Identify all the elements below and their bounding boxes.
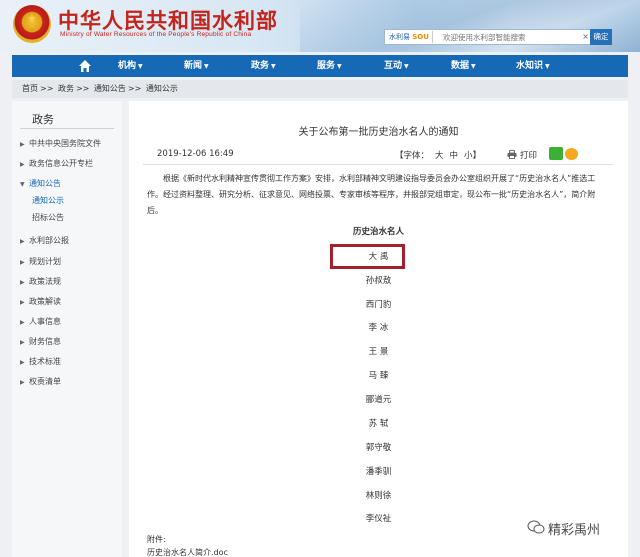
nav-item-knowledge[interactable]: 水知识 ▼ — [516, 55, 550, 77]
chevron-right-icon: ▶ — [20, 259, 25, 266]
list-item: 郭守敬 — [365, 443, 392, 453]
wechat-share-icon[interactable] — [549, 147, 563, 160]
article-title: 关于公布第一批历史治水名人的通知 — [298, 127, 459, 138]
nav-item-org[interactable]: 机构 ▼ — [118, 55, 143, 77]
sidebar-item-regulations[interactable]: ▶ 政策法规 — [20, 276, 61, 287]
sidebar-subitem-notice-public[interactable]: 通知公示 — [32, 195, 64, 206]
names-list-heading: 历史治水名人 — [352, 227, 404, 237]
breadcrumb-separator: >> — [40, 84, 54, 93]
sidebar-subitem-tender[interactable]: 招标公告 — [32, 212, 64, 223]
breadcrumb-home[interactable]: 首页 — [22, 84, 38, 93]
sidebar-item-standards[interactable]: ▶ 技术标准 — [20, 356, 61, 367]
wechat-watermark-icon — [527, 520, 545, 534]
attachment-link[interactable]: 历史治水名人简介.doc — [147, 547, 228, 557]
breadcrumb: 首页 >> 政务 >> 通知公告 >> 通知公示 — [12, 80, 628, 98]
chevron-right-icon: ▶ — [20, 141, 25, 148]
nav-item-news[interactable]: 新闻 ▼ — [184, 55, 209, 77]
font-size-close: 】 — [472, 151, 482, 161]
search-brand-tag: 水利易 SOU — [386, 31, 433, 43]
article-body: 根据《新时代水利精神宣传贯彻工作方案》安排，水利部精神文明建设指导委员会办公室组… — [147, 174, 596, 215]
chevron-right-icon: ▶ — [20, 359, 25, 366]
sidebar-item-finance[interactable]: ▶ 财务信息 — [20, 336, 61, 347]
main-nav: 机构 ▼ 新闻 ▼ 政务 ▼ 服务 ▼ 互动 ▼ 数据 ▼ 水知识 ▼ — [12, 55, 628, 77]
list-item: 马 臻 — [368, 371, 389, 381]
list-item: 潘季驯 — [365, 467, 392, 477]
print-button[interactable]: 打印 — [520, 149, 537, 161]
chevron-right-icon: ▶ — [20, 319, 25, 326]
sidebar-item-interpretation[interactable]: ▶ 政策解读 — [20, 296, 61, 307]
list-item: 郦道元 — [365, 395, 392, 405]
font-size-label: 【字体： — [395, 151, 430, 161]
breadcrumb-current[interactable]: 通知公示 — [146, 84, 178, 93]
weibo-share-icon[interactable] — [565, 148, 578, 160]
meta-divider — [143, 164, 613, 165]
article-panel: 关于公布第一批历史治水名人的通知 2019-12-06 16:49 【字体： 大中… — [129, 101, 628, 557]
breadcrumb-affairs[interactable]: 政务 — [58, 84, 74, 93]
chevron-right-icon: ▶ — [20, 161, 25, 168]
nav-item-service[interactable]: 服务 ▼ — [317, 55, 342, 77]
font-medium-button[interactable]: 中 — [450, 151, 459, 161]
breadcrumb-notices[interactable]: 通知公告 — [94, 84, 126, 93]
sidebar: 政务 ▶ 中共中央国务院文件 ▶ 政务信息公开专栏 ▼ 通知公告 通知公示 招标公告 … — [12, 101, 122, 557]
search-input[interactable] — [443, 30, 583, 44]
chevron-right-icon: ▶ — [20, 238, 25, 245]
list-item: 西门豹 — [365, 300, 392, 310]
chevron-right-icon: ▶ — [20, 379, 25, 386]
watermark-text: 精彩禹州 — [548, 523, 601, 538]
list-item: 林则徐 — [365, 491, 392, 501]
sidebar-item-bulletin[interactable]: ▶ 水利部公报 — [20, 235, 69, 246]
chevron-right-icon: ▶ — [20, 339, 25, 346]
home-icon[interactable] — [78, 59, 92, 73]
nav-item-data[interactable]: 数据 ▼ — [451, 55, 476, 77]
list-item: 孙叔敖 — [365, 276, 392, 286]
site-header: ★ 中华人民共和国水利部 Ministry of Water Resources… — [0, 0, 640, 52]
emblem-star-icon: ★ — [27, 12, 37, 25]
breadcrumb-separator: >> — [75, 84, 90, 93]
sidebar-title: 政务 — [32, 113, 54, 126]
search-box: 水利易 SOU × — [384, 29, 612, 45]
highlight-box — [330, 244, 405, 269]
sidebar-divider — [20, 128, 114, 129]
sidebar-item-powers-list[interactable]: ▶ 权责清单 — [20, 376, 61, 387]
search-button[interactable]: 确定 — [590, 29, 612, 45]
list-item: 李 冰 — [368, 323, 389, 333]
nav-item-affairs[interactable]: 政务 ▼ — [251, 55, 276, 77]
list-item: 苏 轼 — [368, 419, 389, 429]
sidebar-item-notices[interactable]: ▼ 通知公告 — [20, 178, 61, 189]
clear-icon[interactable]: × — [582, 31, 589, 43]
sidebar-item-personnel[interactable]: ▶ 人事信息 — [20, 316, 61, 327]
sidebar-item-central-docs[interactable]: ▶ 中共中央国务院文件 — [20, 138, 101, 149]
printer-icon[interactable] — [507, 150, 517, 159]
font-small-button[interactable]: 小 — [464, 151, 473, 161]
chevron-down-icon: ▼ — [20, 181, 25, 188]
article-date: 2019-12-06 16:49 — [157, 149, 234, 159]
breadcrumb-separator: >> — [127, 84, 142, 93]
site-subtitle: Ministry of Water Resources of the Peopl… — [60, 31, 252, 38]
chevron-right-icon: ▶ — [20, 299, 25, 306]
sidebar-item-planning[interactable]: ▶ 规划计划 — [20, 256, 61, 267]
attachment-label: 附件: — [147, 535, 166, 544]
nav-item-interact[interactable]: 互动 ▼ — [384, 55, 409, 77]
font-large-button[interactable]: 大 — [435, 151, 444, 161]
list-item: 王 景 — [368, 347, 389, 357]
chevron-right-icon: ▶ — [20, 279, 25, 286]
sidebar-item-disclosure[interactable]: ▶ 政务信息公开专栏 — [20, 158, 93, 169]
font-size-controls: 【字体： 大中小】 — [395, 149, 481, 161]
